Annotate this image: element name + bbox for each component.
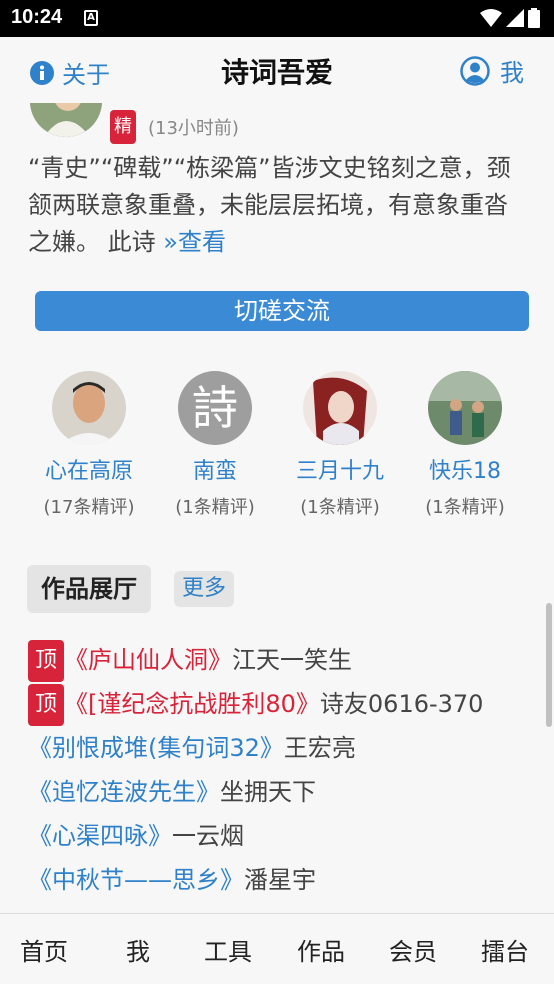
critic-count: (1条精评) — [425, 497, 505, 518]
nav-members[interactable]: 会员 — [389, 932, 437, 967]
critic-name: 南蛮 — [192, 459, 237, 484]
content-scroll-area[interactable]: 精 (13小时前) “青史”“碑载”“栋梁篇”皆涉文史铭刻之意，颈颔两联意象重叠… — [0, 103, 554, 913]
review-time: (13小时前) — [148, 118, 239, 139]
bottom-nav: 首页 我 工具 作品 会员 擂台 — [0, 913, 554, 984]
notification-icon: A — [84, 10, 98, 26]
work-title[interactable]: 《[谨纪念抗战胜利80》 — [64, 690, 320, 718]
works-more-button[interactable]: 更多 — [174, 571, 235, 607]
reviewer-avatar[interactable] — [30, 103, 102, 137]
work-title[interactable]: 《庐山仙人洞》 — [64, 646, 232, 674]
scrollbar[interactable] — [546, 603, 552, 727]
poem-glyph-icon: 詩 — [192, 381, 238, 435]
work-item[interactable]: 《别恨成堆(集句词32》王宏亮 — [28, 726, 548, 770]
critic-avatar — [303, 371, 377, 445]
critic-name: 心在高原 — [44, 459, 133, 484]
critic-name: 三月十九 — [295, 459, 384, 484]
work-author[interactable]: 一云烟 — [172, 822, 244, 850]
work-author[interactable]: 诗友0616-370 — [320, 690, 484, 718]
work-author[interactable]: 潘星宇 — [244, 866, 316, 894]
critic-count: (1条精评) — [175, 497, 255, 518]
work-title[interactable]: 《心渠四咏》 — [28, 822, 172, 850]
work-item[interactable]: 《心渠四咏》一云烟 — [28, 814, 548, 858]
work-title[interactable]: 《追忆连波先生》 — [28, 778, 220, 806]
works-section-title: 作品展厅 — [27, 565, 151, 613]
wifi-icon — [480, 9, 502, 27]
work-title[interactable]: 《别恨成堆(集句词32》 — [28, 734, 284, 762]
work-item[interactable]: 顶《[谨纪念抗战胜利80》诗友0616-370 — [28, 682, 548, 726]
critic-item[interactable]: 詩 南蛮 (1条精评) — [150, 371, 280, 519]
signal-icon — [506, 9, 524, 27]
nav-works[interactable]: 作品 — [297, 932, 345, 967]
status-bar: 10:24 A — [0, 0, 554, 37]
battery-icon — [528, 8, 540, 28]
critic-avatar — [52, 371, 126, 445]
nav-arena[interactable]: 擂台 — [481, 932, 529, 967]
critic-name: 快乐18 — [429, 459, 501, 484]
top-critics: 心在高原 (17条精评) 詩 南蛮 (1条精评) 三月十九 (1条精评) 快乐1… — [0, 371, 554, 521]
nav-home[interactable]: 首页 — [20, 932, 68, 967]
critic-count: (17条精评) — [43, 497, 135, 518]
featured-badge: 精 — [110, 110, 136, 144]
review-body: “青史”“碑载”“栋梁篇”皆涉文史铭刻之意，颈颔两联意象重叠，未能层层拓境，有意… — [28, 154, 511, 256]
critic-avatar — [428, 371, 502, 445]
nav-tools[interactable]: 工具 — [204, 932, 252, 967]
status-time: 10:24 — [11, 6, 63, 28]
review-text: “青史”“碑载”“栋梁篇”皆涉文史铭刻之意，颈颔两联意象重叠，未能层层拓境，有意… — [28, 150, 528, 261]
work-author[interactable]: 坐拥天下 — [220, 778, 316, 806]
status-icons — [480, 8, 540, 28]
critic-item[interactable]: 心在高原 (17条精评) — [24, 371, 154, 519]
work-author[interactable]: 王宏亮 — [284, 734, 356, 762]
works-list: 顶《庐山仙人洞》江天一笑生 顶《[谨纪念抗战胜利80》诗友0616-370 《别… — [28, 638, 548, 902]
critic-item[interactable]: 快乐18 (1条精评) — [400, 371, 530, 519]
work-item[interactable]: 《追忆连波先生》坐拥天下 — [28, 770, 548, 814]
critic-count: (1条精评) — [300, 497, 380, 518]
work-author[interactable]: 江天一笑生 — [232, 646, 352, 674]
pinned-badge: 顶 — [28, 684, 64, 726]
review-view-link[interactable]: »查看 — [163, 228, 226, 256]
nav-me[interactable]: 我 — [126, 932, 150, 967]
critic-avatar: 詩 — [178, 371, 252, 445]
critic-item[interactable]: 三月十九 (1条精评) — [275, 371, 405, 519]
pinned-badge: 顶 — [28, 640, 64, 682]
work-item[interactable]: 顶《庐山仙人洞》江天一笑生 — [28, 638, 548, 682]
me-button[interactable]: 我 — [460, 53, 524, 88]
work-item[interactable]: 《中秋节——思乡》潘星宇 — [28, 858, 548, 902]
exchange-button[interactable]: 切磋交流 — [35, 291, 529, 331]
me-label: 我 — [500, 59, 524, 87]
app-header: 关于 诗词吾爱 我 — [0, 37, 554, 103]
work-title[interactable]: 《中秋节——思乡》 — [28, 866, 244, 894]
user-icon — [460, 55, 490, 86]
